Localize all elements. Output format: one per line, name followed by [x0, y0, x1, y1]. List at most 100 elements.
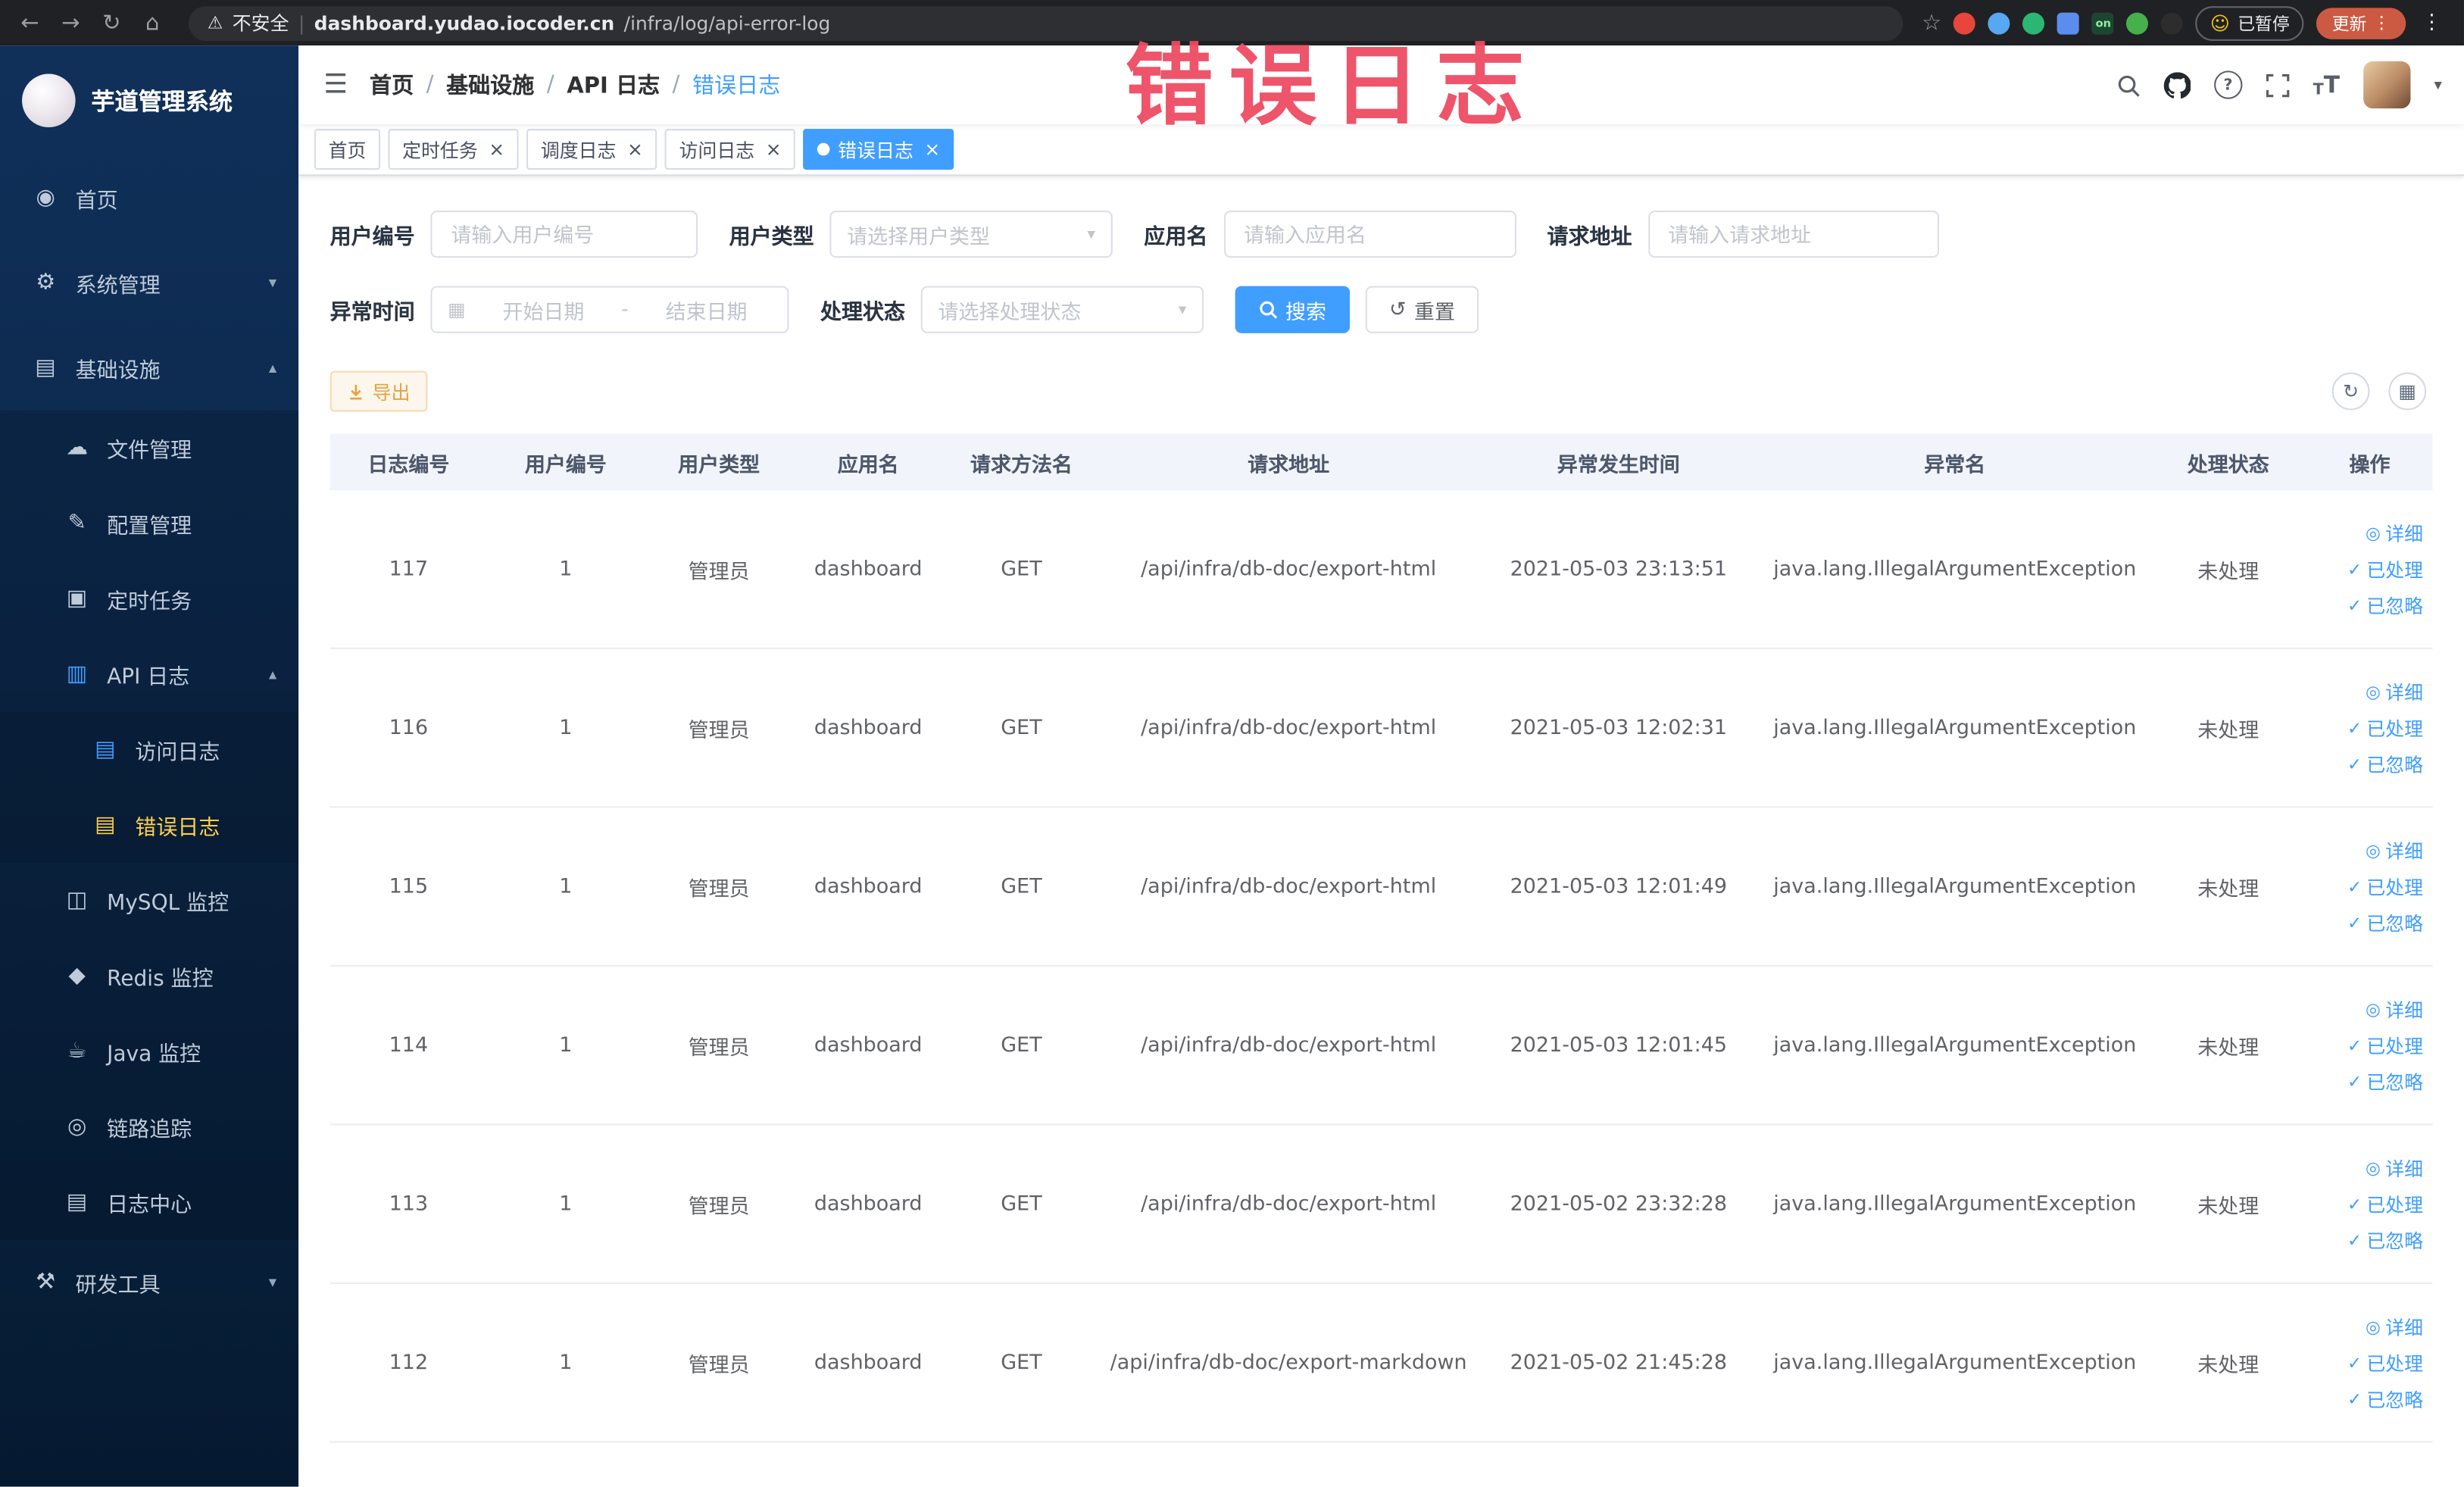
browser-menu-icon[interactable]: ⋮: [2419, 11, 2445, 35]
sidebar-item-error-log[interactable]: ▤ 错误日志: [0, 787, 299, 863]
col-header-request-url: 请求地址: [1248, 453, 1330, 477]
sidebar-item-api-log[interactable]: ▥ API 日志 ▾: [0, 636, 299, 712]
detail-link[interactable]: ◎ 详细: [2366, 995, 2423, 1022]
detail-link[interactable]: ◎ 详细: [2366, 1313, 2423, 1339]
ignored-link[interactable]: ✓ 已忽略: [2347, 751, 2423, 777]
bookmark-star-icon[interactable]: ☆: [1922, 10, 1941, 35]
tab-label: 调度日志: [540, 139, 617, 161]
extension-red-icon[interactable]: [1953, 11, 1976, 34]
sidebar-item-log-center[interactable]: ▤ 日志中心: [0, 1164, 299, 1240]
hamburger-icon[interactable]: ☰: [298, 69, 370, 100]
detail-link[interactable]: ◎ 详细: [2366, 1154, 2423, 1181]
sidebar-item-infrastructure[interactable]: ▤ 基础设施 ▾: [0, 325, 298, 410]
ignored-link-label: 已忽略: [2366, 1229, 2424, 1252]
extension-on-icon[interactable]: on: [2092, 11, 2115, 34]
chevron-down-icon[interactable]: ▾: [2434, 77, 2441, 94]
processed-link[interactable]: ✓ 已处理: [2347, 1032, 2423, 1058]
processed-link[interactable]: ✓ 已处理: [2347, 1349, 2423, 1376]
process-status-select[interactable]: 请选择处理状态 ▾: [920, 286, 1204, 333]
filter-field-request-url: 请求地址: [1547, 210, 1939, 258]
extension-paw-icon[interactable]: [2161, 11, 2184, 34]
cell-actions: ◎ 详细 ✓ 已处理 ✓ 已忽略: [2307, 520, 2433, 619]
exception-time-daterange[interactable]: ▦ 开始日期 - 结束日期: [430, 286, 789, 333]
column-settings-button[interactable]: ▦: [2388, 372, 2427, 411]
extension-leaf-icon[interactable]: [2126, 11, 2149, 34]
check-icon: ✓: [2347, 558, 2363, 579]
search-icon[interactable]: [2116, 73, 2140, 96]
close-tab-icon[interactable]: ×: [921, 140, 940, 159]
address-bar[interactable]: ⚠ 不安全 | dashboard.yudao.iocoder.cn /infr…: [188, 5, 1903, 40]
processed-link[interactable]: ✓ 已处理: [2347, 1191, 2423, 1217]
detail-link[interactable]: ◎ 详细: [2366, 520, 2423, 546]
sidebar-item-scheduled-jobs[interactable]: ▣ 定时任务: [0, 561, 299, 637]
ignored-link[interactable]: ✓ 已忽略: [2347, 592, 2423, 618]
col-header-exception-name: 异常名: [1924, 453, 1986, 477]
fullscreen-icon[interactable]: [2266, 73, 2290, 97]
detail-link[interactable]: ◎ 详细: [2366, 837, 2423, 864]
breadcrumb-item[interactable]: 基础设施: [446, 69, 534, 100]
app-name-input[interactable]: [1223, 210, 1516, 258]
sidebar-item-system[interactable]: ⚙ 系统管理 ▾: [0, 240, 298, 325]
sidebar-item-tracing[interactable]: ◎ 链路追踪: [0, 1089, 299, 1165]
cell-error-time: 2021-05-03 12:02:31: [1510, 715, 1728, 740]
font-size-icon[interactable]: TT: [2313, 70, 2340, 98]
sidebar-item-config-manage[interactable]: ✎ 配置管理: [0, 486, 299, 561]
cell-method: GET: [1001, 1351, 1042, 1375]
processed-link[interactable]: ✓ 已处理: [2347, 555, 2423, 582]
close-tab-icon[interactable]: ×: [486, 140, 504, 159]
cell-log-id: 113: [389, 1192, 429, 1216]
reset-button[interactable]: ↺ 重置: [1365, 286, 1479, 333]
forward-icon[interactable]: →: [54, 10, 89, 35]
user-no-input[interactable]: [430, 210, 698, 258]
sidebar-item-mysql-monitor[interactable]: ◫ MySQL 监控: [0, 862, 299, 939]
back-icon[interactable]: ←: [13, 10, 48, 35]
breadcrumb-item[interactable]: API 日志: [567, 69, 660, 100]
sidebar-item-java-monitor[interactable]: ☕ Java 监控: [0, 1014, 299, 1089]
export-button[interactable]: 导出: [329, 370, 428, 412]
table-row: 114 1 管理员 dashboard GET/api/infra/db-doc/exp…: [329, 967, 2433, 1126]
user-type-select[interactable]: 请选择用户类型 ▾: [829, 210, 1113, 258]
refresh-button[interactable]: ↻: [2331, 372, 2370, 411]
paused-badge[interactable]: ☺ 已暂停: [2196, 5, 2304, 40]
breadcrumb-item[interactable]: 首页: [370, 69, 414, 100]
search-button[interactable]: 搜索: [1235, 286, 1351, 333]
close-tab-icon[interactable]: ×: [763, 140, 782, 159]
tab-错误日志[interactable]: 错误日志 ×: [803, 129, 954, 170]
ignored-link[interactable]: ✓ 已忽略: [2347, 1068, 2423, 1095]
tab-调度日志[interactable]: 调度日志 ×: [526, 129, 657, 170]
sidebar-item-file-manage[interactable]: ☁ 文件管理: [0, 410, 299, 486]
avatar[interactable]: [2363, 61, 2411, 109]
table-tools: ↻ ▦: [2331, 372, 2433, 411]
extension-blue-icon[interactable]: [1988, 11, 2011, 34]
tab-首页[interactable]: 首页: [314, 129, 381, 170]
sidebar-item-dev-tools[interactable]: ⚒ 研发工具 ▾: [0, 1240, 298, 1325]
detail-link-label: 详细: [2385, 998, 2424, 1021]
sidebar-item-redis-monitor[interactable]: ◆ Redis 监控: [0, 938, 299, 1014]
browser-home-icon[interactable]: ⌂: [135, 10, 170, 35]
extension-green-circle-icon[interactable]: [2023, 11, 2046, 34]
close-tab-icon[interactable]: ×: [624, 140, 643, 159]
cell-exception-name: java.lang.IllegalArgumentException: [1773, 1033, 2137, 1057]
ignored-link[interactable]: ✓ 已忽略: [2347, 909, 2423, 936]
sidebar-item-label: 访问日志: [135, 740, 220, 766]
ignored-link[interactable]: ✓ 已忽略: [2347, 1385, 2423, 1412]
processed-link[interactable]: ✓ 已处理: [2347, 714, 2423, 741]
tab-定时任务[interactable]: 定时任务 ×: [388, 129, 519, 170]
dashboard-icon: ◉: [36, 185, 55, 211]
github-icon[interactable]: [2163, 71, 2191, 98]
emoji-face-icon: ☺: [2209, 11, 2230, 34]
update-button[interactable]: 更新 ⋮: [2316, 7, 2406, 39]
detail-link[interactable]: ◎ 详细: [2366, 678, 2423, 704]
reload-icon[interactable]: ↻: [94, 10, 129, 35]
processed-link[interactable]: ✓ 已处理: [2347, 873, 2423, 899]
sidebar-item-access-log[interactable]: ▤ 访问日志: [0, 711, 299, 788]
extension-grid-icon[interactable]: [2057, 11, 2080, 34]
sidebar-item-home[interactable]: ◉ 首页: [0, 155, 298, 240]
ignored-link[interactable]: ✓ 已忽略: [2347, 1226, 2423, 1253]
help-icon[interactable]: ?: [2213, 70, 2243, 99]
request-url-input[interactable]: [1647, 210, 1939, 258]
cell-user-type: 管理员: [688, 719, 750, 743]
tab-访问日志[interactable]: 访问日志 ×: [664, 129, 796, 170]
cell-actions: ◎ 详细 ✓ 已处理 ✓ 已忽略: [2307, 837, 2433, 936]
logo[interactable]: 芋道管理系统: [0, 45, 298, 155]
